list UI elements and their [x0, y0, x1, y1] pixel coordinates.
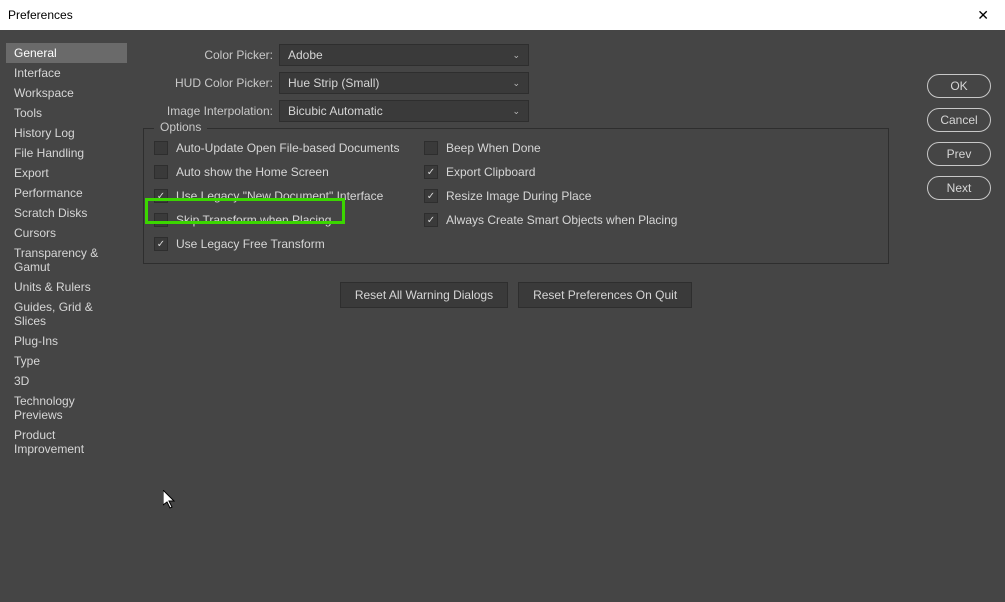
main-panel: Color Picker: Adobe ⌄ HUD Color Picker: …: [133, 30, 1005, 602]
sidebar-item-general[interactable]: General: [6, 43, 127, 63]
sidebar-item-3d[interactable]: 3D: [6, 371, 127, 391]
sidebar-item-guides-grid-slices[interactable]: Guides, Grid & Slices: [6, 297, 127, 331]
ok-button[interactable]: OK: [927, 74, 991, 98]
checkbox-label: Auto show the Home Screen: [176, 165, 329, 179]
sidebar-item-plug-ins[interactable]: Plug-Ins: [6, 331, 127, 351]
sidebar-item-units-rulers[interactable]: Units & Rulers: [6, 277, 127, 297]
checkbox-label: Beep When Done: [446, 141, 541, 155]
sidebar-item-file-handling[interactable]: File Handling: [6, 143, 127, 163]
sidebar-item-cursors[interactable]: Cursors: [6, 223, 127, 243]
sidebar-item-export[interactable]: Export: [6, 163, 127, 183]
sidebar-item-performance[interactable]: Performance: [6, 183, 127, 203]
sidebar-item-history-log[interactable]: History Log: [6, 123, 127, 143]
color-picker-value: Adobe: [288, 48, 323, 62]
sidebar-item-type[interactable]: Type: [6, 351, 127, 371]
color-picker-label: Color Picker:: [143, 48, 273, 62]
hud-color-picker-label: HUD Color Picker:: [143, 76, 273, 90]
checkbox-skip-transform-when-placing[interactable]: [154, 213, 168, 227]
checkbox-use-legacy-free-transform[interactable]: [154, 237, 168, 251]
dialog-buttons: OK Cancel Prev Next: [927, 74, 991, 200]
checkbox-label: Export Clipboard: [446, 165, 535, 179]
checkbox-label: Skip Transform when Placing: [176, 213, 331, 227]
chevron-down-icon: ⌄: [512, 106, 520, 117]
reset-dialogs-button[interactable]: Reset All Warning Dialogs: [340, 282, 508, 308]
checkbox-auto-update-open-file-based-documents[interactable]: [154, 141, 168, 155]
chevron-down-icon: ⌄: [512, 50, 520, 61]
checkbox-auto-show-the-home-screen[interactable]: [154, 165, 168, 179]
sidebar-item-transparency-gamut[interactable]: Transparency & Gamut: [6, 243, 127, 277]
checkbox-label: Resize Image During Place: [446, 189, 591, 203]
options-legend: Options: [154, 120, 207, 134]
chevron-down-icon: ⌄: [512, 78, 520, 89]
checkbox-export-clipboard[interactable]: [424, 165, 438, 179]
checkbox-always-create-smart-objects-when-placing[interactable]: [424, 213, 438, 227]
hud-color-picker-select[interactable]: Hue Strip (Small) ⌄: [279, 72, 529, 94]
image-interpolation-select[interactable]: Bicubic Automatic ⌄: [279, 100, 529, 122]
titlebar: Preferences ✕: [0, 0, 1005, 30]
checkbox-resize-image-during-place[interactable]: [424, 189, 438, 203]
next-button[interactable]: Next: [927, 176, 991, 200]
window-title: Preferences: [8, 8, 73, 22]
sidebar-item-scratch-disks[interactable]: Scratch Disks: [6, 203, 127, 223]
sidebar-item-technology-previews[interactable]: Technology Previews: [6, 391, 127, 425]
checkbox-label: Always Create Smart Objects when Placing: [446, 213, 677, 227]
color-picker-select[interactable]: Adobe ⌄: [279, 44, 529, 66]
reset-prefs-button[interactable]: Reset Preferences On Quit: [518, 282, 692, 308]
sidebar-item-interface[interactable]: Interface: [6, 63, 127, 83]
options-group: Options Auto-Update Open File-based Docu…: [143, 128, 889, 264]
sidebar: GeneralInterfaceWorkspaceToolsHistory Lo…: [0, 30, 133, 602]
checkbox-use-legacy-new-document-interface[interactable]: [154, 189, 168, 203]
image-interpolation-label: Image Interpolation:: [143, 104, 273, 118]
sidebar-item-tools[interactable]: Tools: [6, 103, 127, 123]
checkbox-beep-when-done[interactable]: [424, 141, 438, 155]
image-interpolation-value: Bicubic Automatic: [288, 104, 383, 118]
checkbox-label: Auto-Update Open File-based Documents: [176, 141, 399, 155]
sidebar-item-workspace[interactable]: Workspace: [6, 83, 127, 103]
sidebar-item-product-improvement[interactable]: Product Improvement: [6, 425, 127, 459]
close-icon[interactable]: ✕: [969, 3, 997, 28]
hud-color-picker-value: Hue Strip (Small): [288, 76, 379, 90]
checkbox-label: Use Legacy Free Transform: [176, 237, 325, 251]
prev-button[interactable]: Prev: [927, 142, 991, 166]
cancel-button[interactable]: Cancel: [927, 108, 991, 132]
checkbox-label: Use Legacy "New Document" Interface: [176, 189, 383, 203]
